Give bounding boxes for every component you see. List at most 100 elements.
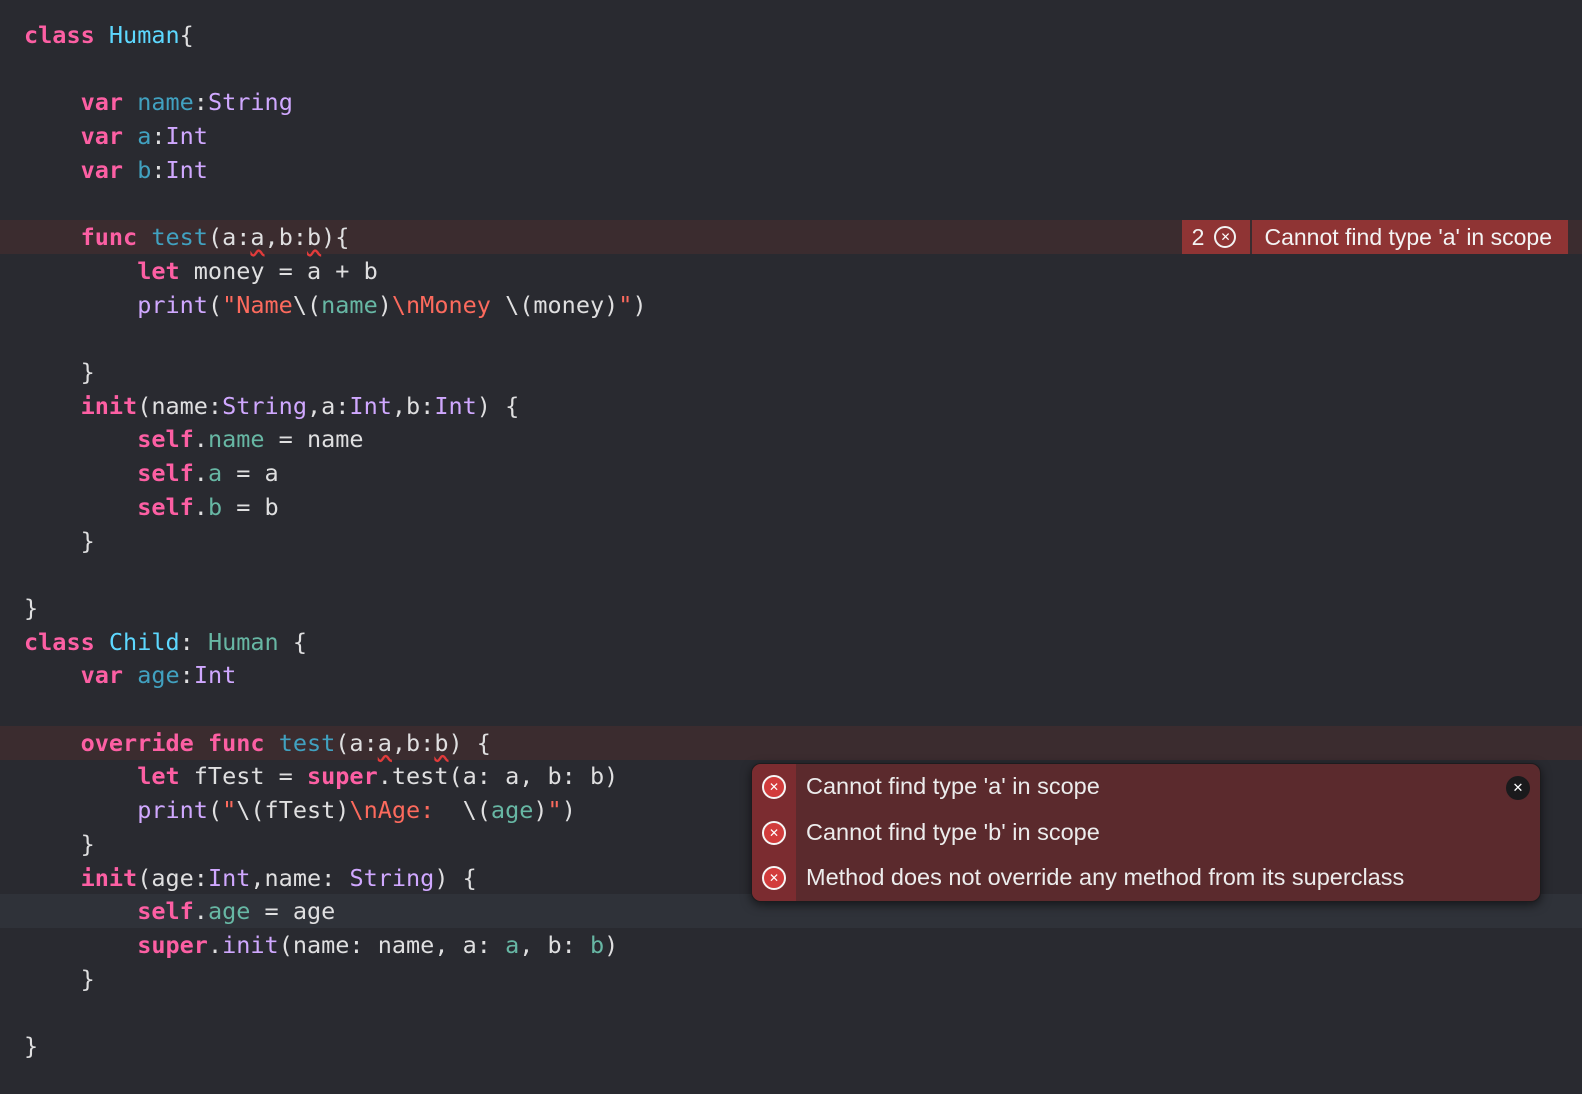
code-line[interactable]: override func test(a:a,b:b) { (0, 725, 1582, 760)
code-token: : (193, 88, 208, 117)
code-line[interactable]: super.init(name: name, a: a, b: b) (0, 928, 1582, 962)
code-token: a (505, 930, 520, 959)
code-token: = a (222, 459, 279, 488)
code-token: " (222, 796, 237, 825)
code-token: name (207, 425, 265, 454)
error-count: 2 (1191, 223, 1205, 250)
code-token: a (250, 223, 265, 252)
code-token: " (618, 290, 633, 319)
code-token: ( (207, 796, 223, 825)
code-token: } (24, 829, 95, 858)
code-line[interactable] (0, 52, 1582, 86)
code-token: \( (292, 290, 322, 319)
code-line[interactable]: } (0, 355, 1582, 389)
code-token: . (193, 459, 208, 488)
inline-error-annotation[interactable]: 2 ✕ Cannot find type 'a' in scope (1181, 220, 1568, 254)
code-token: print (137, 290, 208, 319)
code-line[interactable] (0, 187, 1582, 221)
code-line[interactable]: self.a = a (0, 456, 1582, 490)
code-line[interactable] (0, 692, 1582, 726)
code-line[interactable] (0, 995, 1582, 1029)
code-line[interactable]: init(name:String,a:Int,b:Int) { (0, 389, 1582, 423)
code-token: ) (377, 290, 392, 319)
code-token: Human (207, 627, 279, 656)
code-line[interactable]: self.name = name (0, 422, 1582, 456)
code-token: Child (108, 627, 180, 656)
popover-error-item[interactable]: ✕ Method does not override any method fr… (752, 855, 1540, 900)
code-line[interactable]: let money = a + b (0, 254, 1582, 288)
code-token: String (222, 391, 307, 420)
code-token: . (193, 425, 208, 454)
code-token: : (179, 627, 208, 656)
code-token: ) { (448, 728, 491, 757)
code-token: (age: (137, 863, 208, 892)
popover-error-message: Method does not override any method from… (806, 864, 1405, 890)
code-token: name (137, 88, 194, 117)
error-icon: ✕ (762, 774, 786, 799)
code-token: let (137, 762, 180, 791)
code-token: { (278, 627, 307, 656)
code-token: } (24, 593, 39, 622)
popover-error-item[interactable]: ✕ Cannot find type 'b' in scope (752, 810, 1540, 855)
code-token: ,b: (391, 728, 435, 757)
error-icon: ✕ (762, 865, 786, 890)
code-token: override (80, 728, 194, 757)
code-token: ) { (476, 391, 520, 420)
code-line[interactable]: } (0, 591, 1582, 625)
code-editor[interactable]: class Human{ var name:String var a:Int v… (0, 0, 1582, 1094)
code-line[interactable]: } (0, 524, 1582, 558)
code-token: ,a: (306, 391, 350, 420)
code-line[interactable]: var name:String (0, 85, 1582, 119)
inline-error-message[interactable]: Cannot find type 'a' in scope (1252, 220, 1568, 254)
code-token: (a: (335, 728, 378, 757)
error-count-badge[interactable]: 2 ✕ (1181, 220, 1251, 254)
code-token: ) (604, 930, 619, 959)
code-token: test (151, 223, 208, 252)
close-popover-button[interactable]: ✕ (1506, 776, 1530, 800)
code-token: age (137, 661, 180, 690)
code-token: Int (349, 391, 392, 420)
error-icon: ✕ (1214, 226, 1237, 248)
code-token: \(fTest) (236, 796, 350, 825)
code-token: class (24, 21, 95, 49)
code-token: = b (222, 492, 279, 521)
code-line[interactable] (0, 321, 1582, 355)
code-line[interactable]: class Human{ (0, 18, 1582, 52)
code-line[interactable]: class Child: Human { (0, 625, 1582, 659)
code-line[interactable]: self.b = b (0, 490, 1582, 524)
code-token: ) (533, 796, 548, 825)
code-line[interactable]: var age:Int (0, 658, 1582, 692)
code-line[interactable] (0, 557, 1582, 591)
code-token: { (179, 21, 194, 49)
code-token: } (24, 964, 95, 993)
code-token: \nMoney (391, 290, 491, 319)
code-line[interactable]: } (0, 962, 1582, 996)
code-line[interactable]: print("Name\(name)\nMoney \(money)") (0, 288, 1582, 322)
code-token: age (490, 796, 534, 825)
code-token: func (80, 223, 138, 252)
code-line[interactable]: var b:Int (0, 153, 1582, 187)
code-line[interactable]: } (0, 1029, 1582, 1063)
code-token: b (137, 155, 152, 184)
code-token: Int (207, 863, 251, 892)
code-token: self (137, 492, 194, 521)
code-token: String (207, 88, 293, 117)
code-token: fTest = (179, 762, 307, 791)
code-line[interactable]: var a:Int (0, 119, 1582, 153)
popover-error-item[interactable]: ✕ Cannot find type 'a' in scope (752, 764, 1540, 809)
code-token: b (434, 728, 449, 757)
code-token: func (207, 728, 265, 757)
code-token: : (151, 122, 166, 151)
code-token: . (193, 492, 208, 521)
